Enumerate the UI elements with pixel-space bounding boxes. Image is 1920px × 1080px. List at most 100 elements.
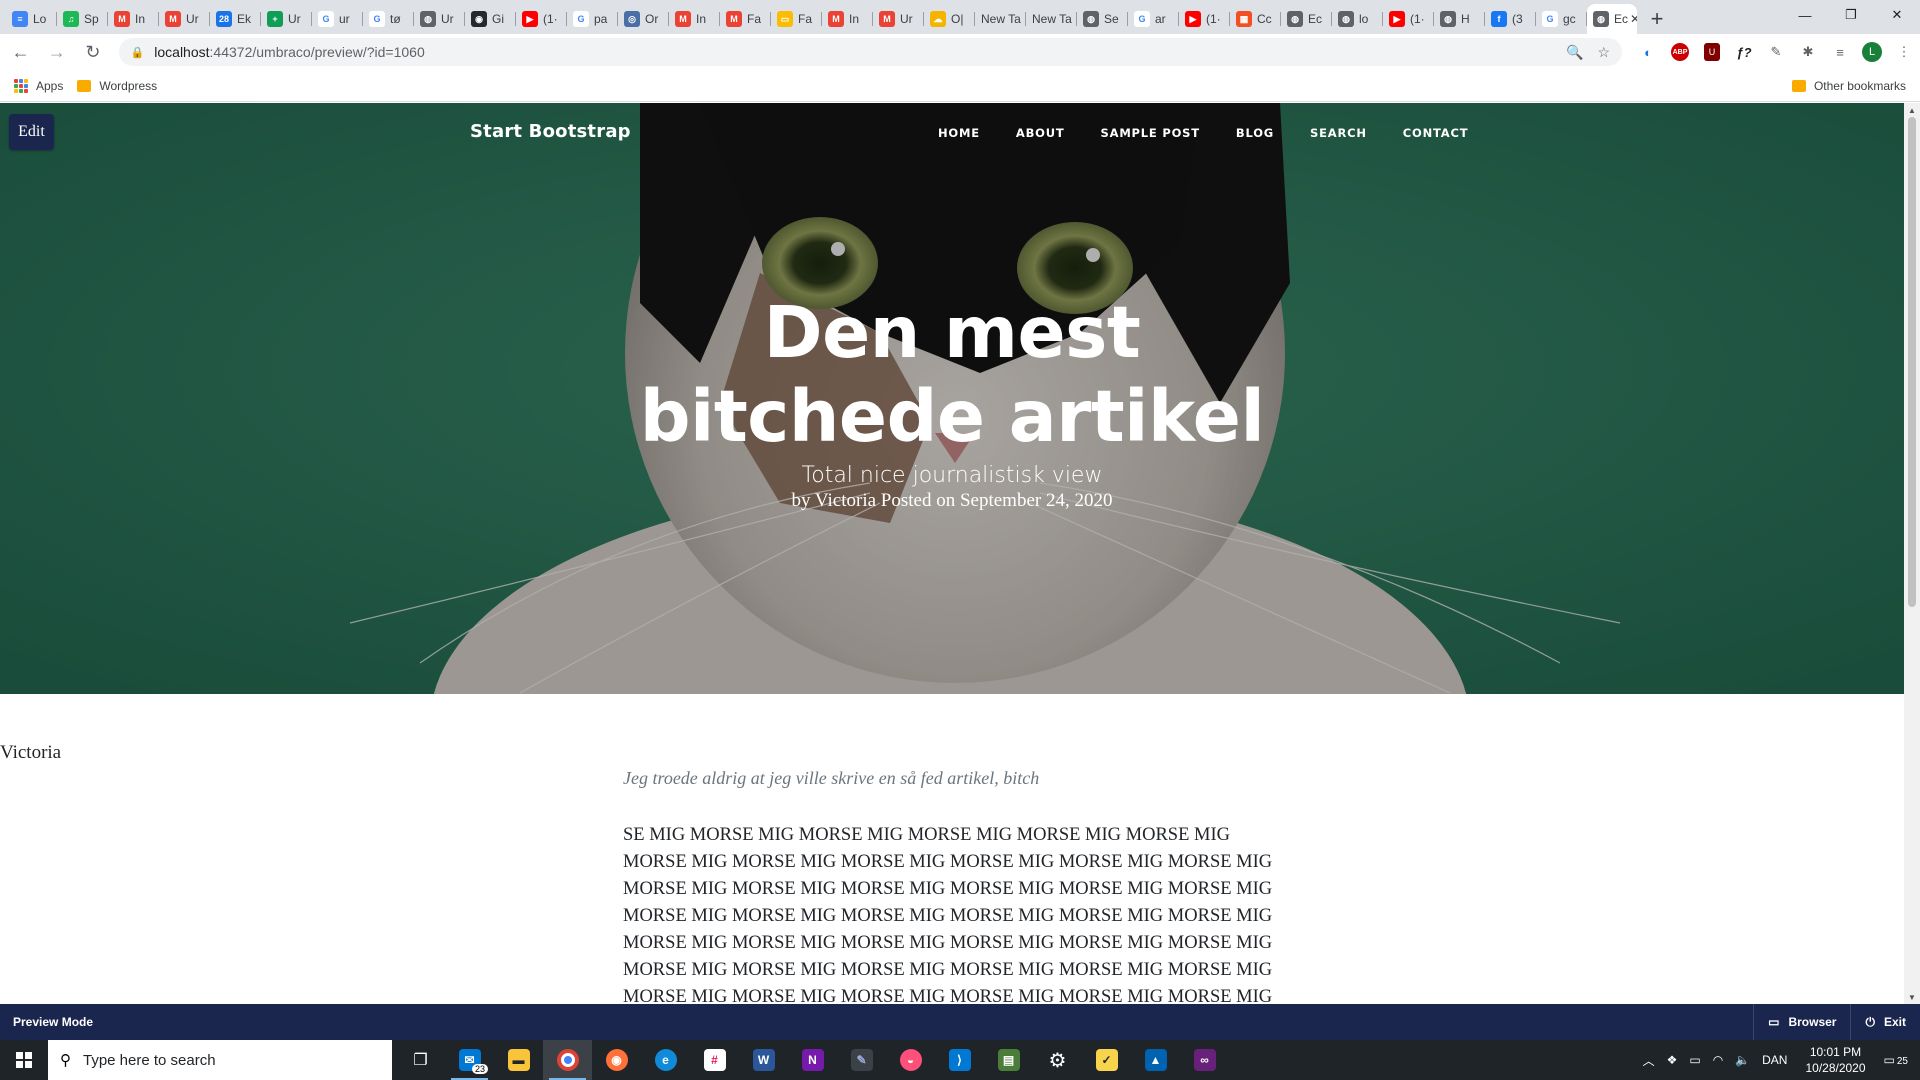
browser-tab[interactable]: ◍ H	[1434, 4, 1485, 34]
scroll-up-icon[interactable]: ▲	[1904, 103, 1920, 117]
paint-app-icon[interactable]: ✎	[837, 1040, 886, 1080]
browser-tab[interactable]: ▶ (1·	[1179, 4, 1230, 34]
preview-browser-button[interactable]: ▭ Browser	[1753, 1004, 1836, 1040]
browser-tab[interactable]: ▶ (1·	[516, 4, 567, 34]
onenote-app-icon[interactable]: N	[788, 1040, 837, 1080]
nav-blog[interactable]: BLOG	[1236, 126, 1274, 140]
browser-tab[interactable]: New Ta	[1026, 4, 1077, 34]
tab-label: Sp	[84, 12, 99, 26]
nav-sample-post[interactable]: SAMPLE POST	[1101, 126, 1200, 140]
chrome-app-icon[interactable]	[543, 1040, 592, 1080]
settings-app-icon[interactable]: ⚙	[1033, 1040, 1082, 1080]
browser-tab[interactable]: Gtø	[363, 4, 414, 34]
start-button[interactable]	[0, 1040, 48, 1080]
address-bar[interactable]: 🔒 localhost:44372/umbraco/preview/?id=10…	[118, 38, 1622, 66]
browser-tab[interactable]: 28 Ek	[210, 4, 261, 34]
taskbar-search[interactable]: ⚲ Type here to search	[48, 1040, 392, 1080]
browser-tab[interactable]: Gpa	[567, 4, 618, 34]
paint3d-app-icon[interactable]: ◒	[886, 1040, 935, 1080]
browser-tab[interactable]: ≡ Lo	[6, 4, 57, 34]
mail-app-icon[interactable]: ✉ 23	[445, 1040, 494, 1080]
vscode-app-icon[interactable]: ⟩	[935, 1040, 984, 1080]
preview-exit-button[interactable]: ⏻ Exit	[1850, 1004, 1906, 1040]
browser-tab[interactable]: New Ta	[975, 4, 1026, 34]
zoom-icon[interactable]: 🔍	[1566, 44, 1583, 61]
browser-tab[interactable]: Ggc	[1536, 4, 1587, 34]
scrollbar-thumb[interactable]	[1908, 117, 1916, 607]
chrome-menu-icon[interactable]: ⋮	[1892, 40, 1916, 64]
photos-app-icon[interactable]: ▲	[1131, 1040, 1180, 1080]
notifications-icon[interactable]: ▭ 25	[1884, 1053, 1914, 1067]
show-hidden-icons[interactable]: ︿	[1643, 1052, 1655, 1069]
browser-tab[interactable]: + Ur	[261, 4, 312, 34]
nav-contact[interactable]: CONTACT	[1403, 126, 1469, 140]
font-extension-icon[interactable]: ƒ?	[1732, 40, 1756, 64]
clock[interactable]: 10:01 PM 10/28/2020	[1805, 1044, 1865, 1076]
close-window-button[interactable]: ✕	[1874, 0, 1920, 30]
site-brand[interactable]: Start Bootstrap	[470, 121, 631, 142]
restore-button[interactable]: ❐	[1828, 0, 1874, 30]
browser-tab[interactable]: ◍ Ec	[1281, 4, 1332, 34]
browser-tab[interactable]: ◉ Gi	[465, 4, 516, 34]
extension-icon[interactable]: ◐	[1636, 40, 1660, 64]
task-view-icon[interactable]: ❐	[396, 1040, 445, 1080]
browser-tab[interactable]: ◍ lo	[1332, 4, 1383, 34]
wifi-icon[interactable]: ◠	[1713, 1053, 1723, 1067]
browser-tab[interactable]: M In	[822, 4, 873, 34]
adblock-icon[interactable]: ABP	[1668, 40, 1692, 64]
browser-tab[interactable]: ☁ O|	[924, 4, 975, 34]
browser-tab[interactable]: Gur	[312, 4, 363, 34]
lock-icon[interactable]: 🔒	[131, 46, 145, 59]
browser-tab[interactable]: M Fa	[720, 4, 771, 34]
reading-list-icon[interactable]: ≡	[1828, 40, 1852, 64]
reload-button[interactable]: ↻	[77, 36, 108, 68]
edit-button[interactable]: Edit	[9, 114, 54, 150]
archive-app-icon[interactable]: ▤	[984, 1040, 1033, 1080]
bookmark-wordpress[interactable]: Wordpress	[77, 79, 157, 93]
tab-close-icon[interactable]: ✕	[1630, 12, 1637, 26]
battery-icon[interactable]: ▭	[1689, 1053, 1700, 1067]
nav-home[interactable]: HOME	[938, 126, 980, 140]
page-scrollbar[interactable]: ▲ ▼	[1904, 103, 1920, 1004]
browser-tab[interactable]: ♫ Sp	[57, 4, 108, 34]
dropbox-icon[interactable]: ❖	[1667, 1053, 1678, 1067]
volume-icon[interactable]: 🔈	[1735, 1053, 1750, 1067]
forward-button[interactable]: →	[41, 36, 72, 68]
bookmark-apps[interactable]: Apps	[14, 78, 63, 93]
browser-tab[interactable]: ▦ Cc	[1230, 4, 1281, 34]
browser-tab[interactable]: f (3	[1485, 4, 1536, 34]
eyedropper-icon[interactable]: ✎	[1764, 40, 1788, 64]
scroll-down-icon[interactable]: ▼	[1904, 990, 1920, 1004]
browser-tab[interactable]: M In	[108, 4, 159, 34]
language-indicator[interactable]: DAN	[1762, 1053, 1787, 1067]
browser-tab[interactable]: ◍ Ur	[414, 4, 465, 34]
nav-about[interactable]: ABOUT	[1016, 126, 1065, 140]
browser-tab[interactable]: M Ur	[873, 4, 924, 34]
puzzle-extensions-icon[interactable]: ✱	[1796, 40, 1820, 64]
browser-tab[interactable]: ▶ (1·	[1383, 4, 1434, 34]
browser-tab[interactable]: ◍ Se	[1077, 4, 1128, 34]
browser-tab[interactable]: M Ur	[159, 4, 210, 34]
browser-tab[interactable]: M In	[669, 4, 720, 34]
slack-app-icon[interactable]: #	[690, 1040, 739, 1080]
new-tab-button[interactable]: +	[1643, 5, 1671, 33]
edge-app-icon[interactable]: e	[641, 1040, 690, 1080]
bookmark-star-icon[interactable]: ☆	[1597, 44, 1610, 61]
ublock-icon[interactable]: U	[1700, 40, 1724, 64]
browser-tab[interactable]: ◍ Ec ✕	[1587, 4, 1637, 34]
nav-search[interactable]: SEARCH	[1310, 126, 1367, 140]
browser-tab[interactable]: Gar	[1128, 4, 1179, 34]
back-button[interactable]: ←	[5, 36, 36, 68]
sticky-app-icon[interactable]: ✓	[1082, 1040, 1131, 1080]
firefox-app-icon[interactable]: ◉	[592, 1040, 641, 1080]
browser-tab[interactable]: ◎ Or	[618, 4, 669, 34]
minimize-button[interactable]: —	[1782, 0, 1828, 30]
word-app-icon[interactable]: W	[739, 1040, 788, 1080]
bookmark-other[interactable]: Other bookmarks	[1791, 79, 1906, 93]
main-nav: HOME ABOUT SAMPLE POST BLOG SEARCH CONTA…	[938, 126, 1504, 140]
page-title: Den mest bitchede artikel	[0, 291, 1904, 459]
visual-studio-app-icon[interactable]: ∞	[1180, 1040, 1229, 1080]
file-explorer-icon[interactable]: ▬	[494, 1040, 543, 1080]
profile-avatar[interactable]: L	[1862, 42, 1882, 62]
browser-tab[interactable]: ▭ Fa	[771, 4, 822, 34]
